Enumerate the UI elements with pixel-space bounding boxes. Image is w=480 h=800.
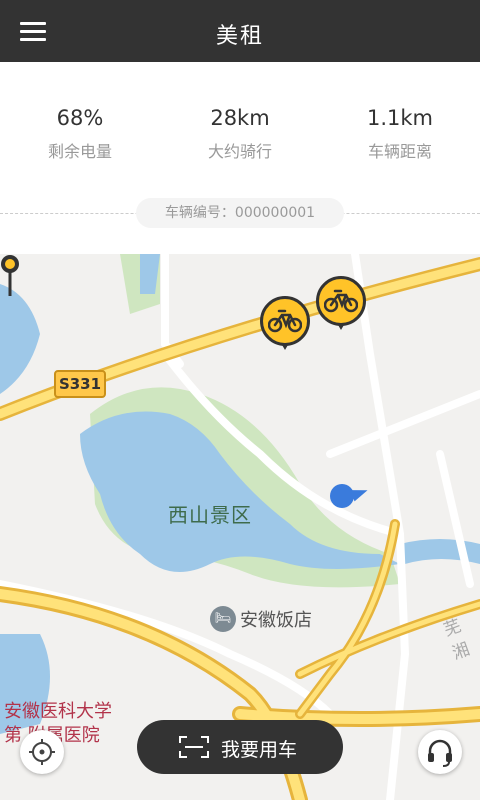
crosshair-icon bbox=[29, 739, 55, 765]
map-view[interactable]: S331 西山景区 🛏 安徽饭店 安徽医科大学 第 附属医院 芜湘 我要用车 bbox=[0, 254, 480, 800]
bike-marker[interactable] bbox=[260, 296, 310, 352]
battery-value: 68% bbox=[56, 106, 104, 130]
rent-bike-button[interactable]: 我要用车 bbox=[137, 720, 343, 774]
distance-label: 车辆距离 bbox=[367, 142, 432, 161]
range-value: 28km bbox=[210, 106, 270, 130]
battery-label: 剩余电量 bbox=[47, 142, 112, 161]
distance-value: 1.1km bbox=[366, 106, 433, 130]
range-stat: 28km 大约骑行 bbox=[160, 106, 320, 162]
university-label-line1: 安徽医科大学 bbox=[4, 701, 112, 722]
rent-bike-label: 我要用车 bbox=[221, 739, 298, 761]
vehicle-stats-panel: 68% 剩余电量 28km 大约骑行 1.1km 车辆距离 车辆编号：00000… bbox=[0, 62, 480, 254]
top-bar: 美租 bbox=[0, 0, 480, 62]
road-sign-s331: S331 bbox=[54, 370, 106, 398]
current-location-dot bbox=[330, 484, 354, 508]
bike-marker[interactable] bbox=[316, 276, 366, 332]
bicycle-icon bbox=[268, 309, 302, 333]
hotel-icon: 🛏 bbox=[210, 606, 236, 632]
hotel-label: 安徽饭店 bbox=[240, 610, 312, 631]
vehicle-id-badge: 车辆编号：000000001 bbox=[136, 198, 344, 228]
location-pin-icon[interactable] bbox=[0, 254, 20, 298]
range-label: 大约骑行 bbox=[207, 142, 272, 161]
distance-stat: 1.1km 车辆距离 bbox=[320, 106, 480, 162]
locate-button[interactable] bbox=[20, 730, 64, 774]
headset-icon bbox=[428, 739, 452, 767]
page-title: 美租 bbox=[215, 24, 264, 49]
scenic-area-label: 西山景区 bbox=[168, 503, 252, 527]
scan-icon bbox=[179, 736, 209, 758]
battery-stat: 68% 剩余电量 bbox=[0, 106, 160, 162]
bicycle-icon bbox=[324, 289, 358, 313]
support-button[interactable] bbox=[418, 730, 462, 774]
